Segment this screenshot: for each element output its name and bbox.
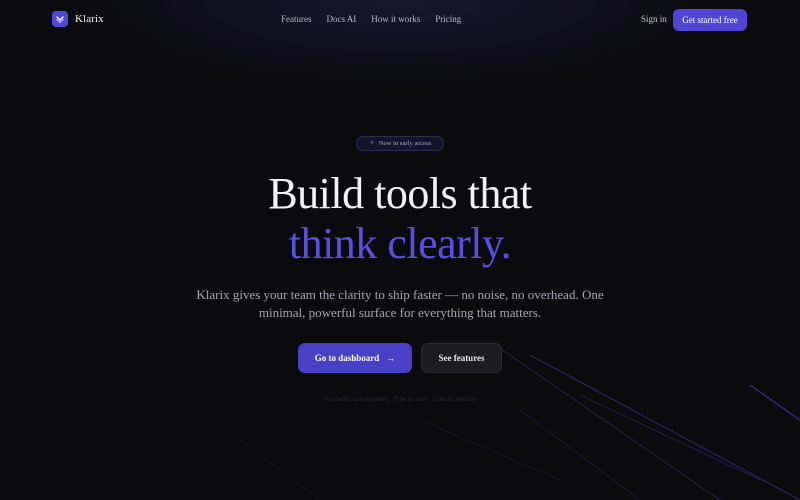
- hero-subtext: Klarix gives your team the clarity to sh…: [196, 287, 604, 320]
- hero-footnote: No credit card required · Free to start …: [323, 395, 477, 403]
- nav-link-features[interactable]: Features: [281, 14, 312, 24]
- arrow-right-icon: →: [386, 353, 396, 363]
- top-navigation: Klarix Features Docs AI How it works Pri…: [0, 0, 800, 40]
- chevron-down-icon: [52, 11, 68, 27]
- see-features-button[interactable]: See features: [421, 343, 502, 373]
- sign-in-link[interactable]: Sign in: [641, 14, 667, 24]
- hero-headline-line1: Build tools that: [268, 169, 532, 218]
- hero-headline-line2: think clearly.: [288, 219, 512, 268]
- brand-name: Klarix: [75, 13, 104, 25]
- nav-links: Features Docs AI How it works Pricing: [281, 14, 461, 24]
- badge-text: Now in early access: [378, 140, 432, 147]
- get-started-button[interactable]: Get started free: [673, 9, 747, 31]
- nav-link-docs-ai[interactable]: Docs AI: [327, 14, 357, 24]
- nav-link-pricing[interactable]: Pricing: [435, 14, 461, 24]
- early-access-badge: ✧ Now in early access: [356, 136, 444, 151]
- go-to-dashboard-button[interactable]: Go to dashboard →: [298, 343, 412, 373]
- nav-link-how-it-works[interactable]: How it works: [371, 14, 420, 24]
- go-to-dashboard-label: Go to dashboard: [314, 353, 380, 363]
- brand-logo[interactable]: Klarix: [52, 11, 104, 27]
- sparkle-icon: ✧: [368, 139, 375, 147]
